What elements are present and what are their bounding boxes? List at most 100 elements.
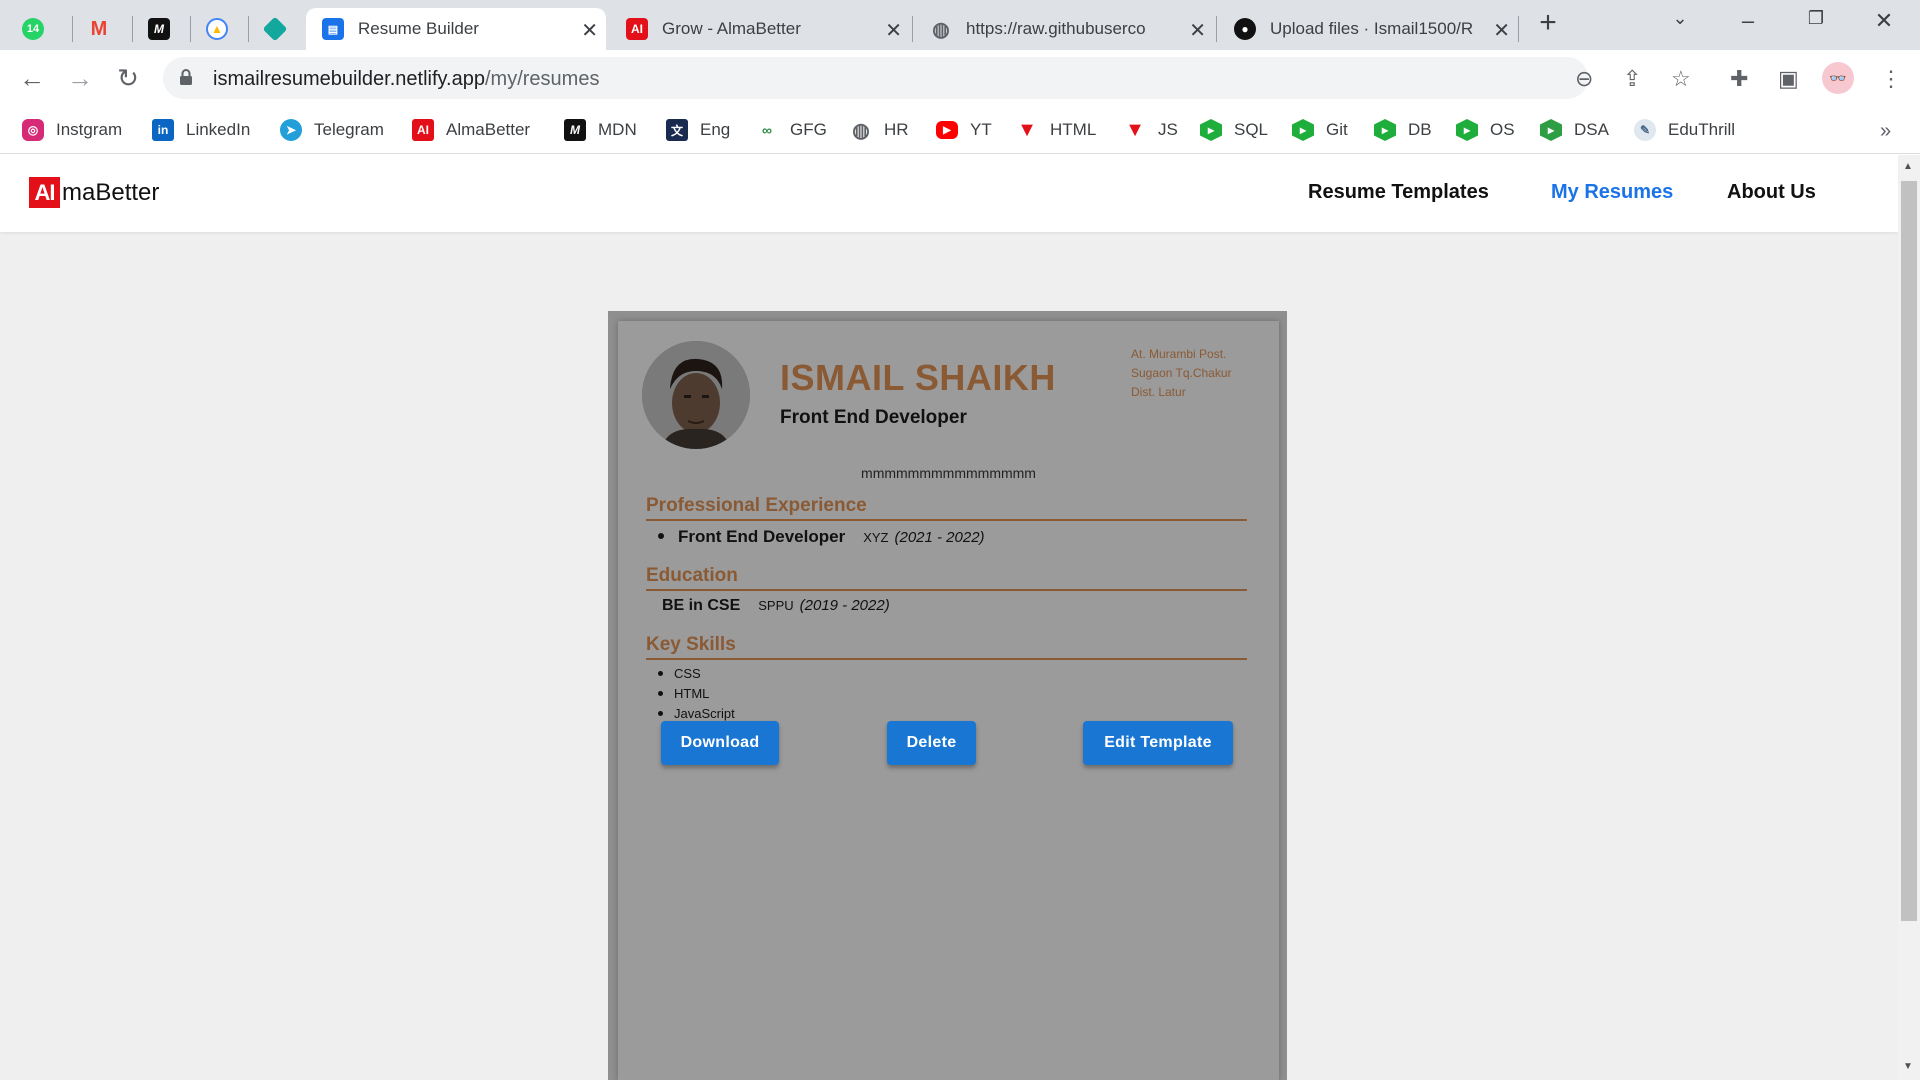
nav-about-us[interactable]: About Us [1727, 181, 1816, 204]
scroll-down-arrow-icon[interactable]: ▼ [1903, 1061, 1913, 1072]
share-icon[interactable]: ⇪ [1623, 66, 1641, 92]
section-heading-experience: Professional Experience [646, 495, 1247, 521]
firebase-icon: ▲ [206, 18, 228, 40]
telegram-icon: ➤ [280, 119, 302, 141]
bookmark-mdn[interactable]: M MDN [564, 116, 637, 144]
resume-job-title: Front End Developer [780, 407, 967, 428]
pinned-tab-gmail[interactable]: M [88, 8, 128, 50]
bookmark-almabetter[interactable]: AI AlmaBetter [412, 116, 530, 144]
bookmark-star-icon[interactable]: ☆ [1671, 66, 1691, 92]
close-tab-icon[interactable]: ✕ [1493, 18, 1510, 43]
bookmark-html[interactable]: ▼ HTML [1016, 116, 1096, 144]
education-item: BE in CSE SPPU (2019 - 2022) [662, 597, 890, 614]
scroll-up-arrow-icon[interactable]: ▲ [1903, 161, 1913, 172]
delete-button[interactable]: Delete [887, 721, 976, 765]
almabetter-icon: AI [412, 119, 434, 141]
bookmark-instgram[interactable]: ◎ Instgram [22, 116, 122, 144]
tab-title: Resume Builder [358, 19, 479, 38]
almabetter-icon: AI [626, 18, 648, 40]
download-button[interactable]: Download [661, 721, 779, 765]
page-scrollbar[interactable]: ▲ ▼ [1898, 155, 1920, 1080]
tab-github-upload[interactable]: ● Upload files · Ismail1500/R ✕ [1218, 8, 1518, 50]
instagram-icon: ◎ [22, 119, 44, 141]
forward-button[interactable]: → [62, 60, 98, 96]
bookmark-js[interactable]: ▼ JS [1124, 116, 1178, 144]
close-tab-icon[interactable]: ✕ [1189, 18, 1206, 43]
bookmark-os[interactable]: ▸ OS [1456, 116, 1515, 144]
nav-my-resumes[interactable]: My Resumes [1551, 181, 1673, 204]
scroll-thumb[interactable] [1901, 181, 1917, 921]
bookmark-yt[interactable]: ▶ YT [936, 116, 992, 144]
linkedin-icon: in [152, 119, 174, 141]
site-header: AI maBetter Resume Templates My Resumes … [0, 155, 1898, 232]
bookmark-eduthrill[interactable]: ✎ EduThrill [1634, 116, 1735, 144]
bookmark-sql[interactable]: ▸ SQL [1200, 116, 1268, 144]
tab-search-icon[interactable]: ⌄ [1660, 8, 1700, 29]
diamond-icon [264, 16, 288, 42]
logo-mark: AI [29, 177, 60, 208]
experience-item: Front End Developer XYZ (2021 - 2022) [658, 527, 985, 547]
bookmark-linkedin[interactable]: in LinkedIn [152, 116, 250, 144]
medium-icon: M [148, 18, 170, 40]
bookmarks-bar: ◎ Instgram in LinkedIn ➤ Telegram AI AlmaBet… [0, 106, 1920, 154]
tab-raw-github[interactable]: ◍ https://raw.githubuserco ✕ [914, 8, 1214, 50]
new-tab-button[interactable]: + [1528, 6, 1568, 40]
gfg-icon: ∞ [762, 122, 772, 138]
logo-word: maBetter [62, 178, 160, 206]
resume-address: At. Murambi Post. Sugaon Tq.Chakur Dist.… [1131, 347, 1232, 399]
eduthrill-icon: ✎ [1634, 119, 1656, 141]
resume-name: ISMAIL SHAIKH [780, 357, 1056, 398]
edit-template-button[interactable]: Edit Template [1083, 721, 1233, 765]
gmail-icon: M [90, 17, 108, 40]
tab-resume-builder[interactable]: ▤ Resume Builder ✕ [306, 8, 606, 50]
pinned-tab-diamond[interactable] [264, 8, 304, 50]
skill-item: HTML [658, 686, 709, 701]
pinned-tab-whatsapp[interactable]: 14 [22, 8, 62, 50]
whatsapp-icon: 14 [22, 18, 44, 40]
bookmark-db[interactable]: ▸ DB [1374, 116, 1432, 144]
almabetter-logo[interactable]: AI maBetter [29, 177, 159, 208]
shield-icon: ▸ [1456, 119, 1478, 141]
tab-title: https://raw.githubuserco [966, 19, 1146, 38]
bookmark-telegram[interactable]: ➤ Telegram [280, 116, 384, 144]
bookmark-hr[interactable]: ◍ HR [850, 116, 908, 144]
nav-resume-templates[interactable]: Resume Templates [1308, 181, 1489, 204]
mdn-icon: M [564, 119, 586, 141]
close-tab-icon[interactable]: ✕ [581, 18, 598, 43]
reload-button[interactable]: ↻ [110, 60, 146, 96]
tab-strip: 14 M M ▲ ▤ Resume Builder ✕ AI Grow - Al… [0, 0, 1920, 50]
bookmark-dsa[interactable]: ▸ DSA [1540, 116, 1609, 144]
bookmark-gfg[interactable]: ∞ GFG [756, 116, 827, 144]
back-button[interactable]: ← [14, 60, 50, 96]
pinned-tab-medium[interactable]: M [148, 8, 188, 50]
side-panel-icon[interactable]: ▣ [1778, 66, 1799, 92]
pinned-tab-firebase[interactable]: ▲ [206, 8, 246, 50]
tab-title: Grow - AlmaBetter [662, 19, 801, 38]
tab-almabetter[interactable]: AI Grow - AlmaBetter ✕ [610, 8, 910, 50]
minimize-button[interactable]: – [1728, 8, 1768, 34]
shield-icon: ▸ [1292, 119, 1314, 141]
github-icon: ● [1234, 18, 1256, 40]
shield-icon: ▸ [1374, 119, 1396, 141]
section-heading-skills: Key Skills [646, 634, 1247, 660]
address-bar[interactable]: ismailresumebuilder.netlify.app/my/resum… [163, 57, 1691, 99]
tab-title: Upload files · Ismail1500/R [1270, 19, 1474, 38]
restore-button[interactable]: ❐ [1796, 8, 1836, 29]
skill-item: JavaScript [658, 706, 735, 721]
bookmark-eng[interactable]: 文 Eng [666, 116, 730, 144]
tinyurl-icon: ▼ [1017, 118, 1037, 141]
close-window-button[interactable]: ✕ [1864, 8, 1904, 34]
close-tab-icon[interactable]: ✕ [885, 18, 902, 43]
youtube-icon: ▶ [936, 121, 958, 139]
resume-preview: ISMAIL SHAIKH Front End Developer At. Mu… [618, 321, 1279, 1080]
url-text: ismailresumebuilder.netlify.app/my/resum… [213, 68, 600, 90]
bookmark-git[interactable]: ▸ Git [1292, 116, 1348, 144]
extensions-icon[interactable]: ✚ [1730, 66, 1748, 92]
menu-kebab-icon[interactable]: ⋮ [1880, 66, 1902, 92]
skill-item: CSS [658, 666, 701, 681]
zoom-icon[interactable]: ⊖ [1575, 66, 1593, 92]
translate-icon: 文 [666, 119, 688, 141]
browser-toolbar: ← → ↻ ismailresumebuilder.netlify.app/my… [0, 50, 1920, 106]
profile-avatar[interactable]: 👓 [1822, 62, 1854, 94]
bookmarks-overflow-icon[interactable]: » [1880, 120, 1891, 143]
